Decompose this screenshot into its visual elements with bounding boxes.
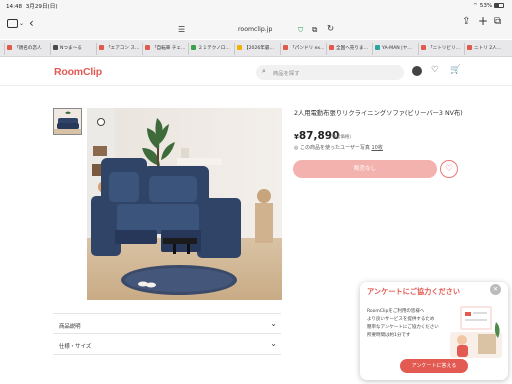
tab-label: 「パンドリ ex…: [290, 46, 324, 51]
extension-icon[interactable]: ⧉: [312, 25, 317, 35]
survey-body: RoomClipをご利用の皆様へ より良いサービスを提供するため 簡単なアンケー…: [367, 308, 447, 340]
accordion-description[interactable]: 商品説明 ⌄: [53, 313, 281, 334]
soldout-button[interactable]: 販売なし: [293, 160, 437, 178]
tab-favicon: [329, 45, 334, 50]
accordion-specs[interactable]: 仕様・サイズ ⌄: [53, 334, 281, 355]
photo-icon: ◎: [294, 145, 299, 151]
survey-illustration: [450, 306, 502, 358]
shield-icon[interactable]: ⛉: [298, 26, 303, 35]
browser-tab[interactable]: 「親名の恋人: [4, 43, 48, 55]
tab-favicon: [283, 45, 288, 50]
search-icon: ⌕: [262, 67, 266, 75]
tab-bar: 「親名の恋人 Nつま〜る 「エアコン ス… 「自転車 チェ… ２１テクノロ… 【2026年…: [0, 40, 512, 57]
survey-line: RoomClipをご利用の皆様へ: [367, 309, 425, 314]
tab-favicon: [191, 45, 196, 50]
product-title: 2人用電動布張りリクライニングソファ(ビリーバー3 NV布): [294, 110, 463, 117]
browser-tab[interactable]: YA-MAN |ヤ…: [372, 43, 416, 55]
tab-favicon: [145, 45, 150, 50]
product-thumbnail[interactable]: [53, 108, 82, 135]
browser-tab[interactable]: Nつま〜る: [50, 43, 94, 55]
browser-tab[interactable]: ニトリ 2人…: [464, 43, 508, 55]
tab-favicon: [467, 45, 472, 50]
battery-icon: [494, 3, 504, 8]
search-placeholder: 商品を探す: [273, 71, 300, 77]
new-tab-icon[interactable]: +: [478, 15, 488, 27]
url-text[interactable]: roomclip.jp: [238, 26, 272, 33]
browser-tab[interactable]: 全国へ売りま…: [326, 43, 370, 55]
wifi-icon: ⌔: [472, 3, 478, 9]
tab-label: 「親名の恋人: [14, 46, 42, 51]
address-bar[interactable]: ☰ roomclip.jp ⛉ ⧉ ↻: [170, 24, 342, 38]
reload-icon[interactable]: ↻: [327, 24, 334, 34]
tab-label: 「自転車 チェ…: [152, 46, 186, 51]
browser-tab[interactable]: 「ニトリビリ…: [418, 43, 462, 55]
survey-line: 簡単なアンケートにご協力ください: [367, 325, 439, 330]
chevron-down-icon: ⌄: [270, 339, 277, 348]
tax-note: (参考価格): [330, 135, 351, 140]
status-time: 14:48: [6, 4, 23, 10]
search-input[interactable]: ⌕ 商品を探す: [256, 65, 404, 80]
status-date: 3月29日(日): [25, 4, 58, 10]
user-photos-count[interactable]: 10枚: [371, 145, 382, 151]
tab-favicon: [375, 45, 380, 50]
reader-icon[interactable]: ☰: [178, 25, 185, 34]
chevron-down-icon[interactable]: ⌄: [19, 18, 24, 30]
like-button[interactable]: ♡: [440, 160, 458, 178]
tab-favicon: [99, 45, 104, 50]
browser-tab[interactable]: 「エアコン ス…: [96, 43, 140, 55]
sofa-thumbnail-image: [54, 109, 81, 134]
tab-label: YA-MAN |ヤ…: [382, 46, 412, 51]
tab-favicon: [53, 45, 58, 50]
battery-percent: 53%: [479, 3, 493, 9]
browser-tab[interactable]: ２１テクノロ…: [188, 43, 232, 55]
heart-icon[interactable]: ♡: [431, 65, 439, 75]
cart-icon[interactable]: 🛒: [450, 65, 461, 75]
tab-overview-icon[interactable]: ⧉: [494, 16, 501, 28]
browser-tab[interactable]: 「自転車 チェ…: [142, 43, 186, 55]
sidebar-icon[interactable]: [7, 19, 18, 28]
tab-label: ニトリ 2人…: [474, 46, 502, 51]
user-photos-text: この商品を使ったユーザー写真: [299, 145, 370, 151]
survey-title: アンケートにご協力ください: [367, 287, 461, 296]
back-icon[interactable]: ‹: [29, 17, 34, 29]
survey-line: 所要時間は約1分です: [367, 333, 411, 338]
accordion-label: 商品説明: [59, 324, 81, 330]
heart-icon: ♡: [444, 164, 454, 174]
user-icon[interactable]: [412, 66, 422, 76]
accordion-label: 仕様・サイズ: [59, 344, 92, 350]
tab-label: 【2026年最…: [244, 46, 275, 51]
tab-favicon: [7, 45, 12, 50]
tab-favicon: [237, 45, 242, 50]
tab-label: ２１テクノロ…: [198, 46, 230, 51]
close-icon[interactable]: ✕: [490, 284, 501, 295]
tab-label: Nつま〜る: [60, 46, 82, 51]
tab-label: 全国へ売りま…: [336, 46, 369, 51]
chevron-down-icon: ⌄: [270, 319, 277, 328]
tab-favicon: [421, 45, 426, 50]
browser-toolbar: ⌄ ‹ ☰ roomclip.jp ⛉ ⧉ ↻ ⇪ + ⧉: [0, 11, 512, 39]
tab-label: 「ニトリビリ…: [428, 46, 461, 51]
survey-answer-button[interactable]: アンケートに答える: [400, 359, 468, 373]
share-icon[interactable]: ⇪: [462, 16, 470, 28]
product-main-image[interactable]: [87, 108, 282, 300]
browser-tab[interactable]: 「パンドリ ex…: [280, 43, 324, 55]
status-bar: 14:48 3月29日(日) ⌔ 53%: [0, 0, 512, 11]
sofa-photo: [87, 108, 282, 300]
browser-tab[interactable]: 【2026年最…: [234, 43, 278, 55]
user-photos-row[interactable]: ◎ この商品を使ったユーザー写真 10枚: [294, 144, 383, 151]
tab-label: 「エアコン ス…: [106, 46, 140, 51]
roomclip-logo[interactable]: RoomClip: [54, 66, 102, 78]
survey-line: より良いサービスを提供するため: [367, 317, 435, 322]
